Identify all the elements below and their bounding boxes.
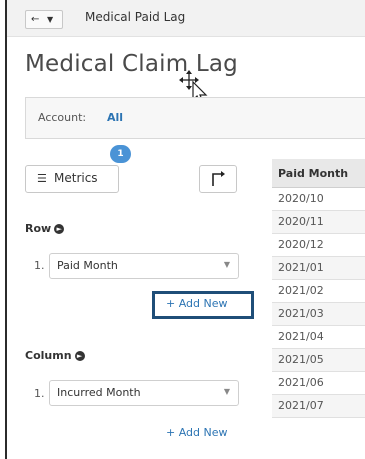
pivot-button[interactable]	[199, 165, 237, 193]
row-index: 1.	[34, 259, 45, 272]
table-cell: 2021/01	[278, 261, 324, 274]
chevron-down-icon: ▼	[223, 387, 230, 396]
table-row: 2021/01	[272, 257, 365, 280]
top-bar: ← ▼ Medical Paid Lag	[7, 0, 365, 37]
table-cell: 2020/12	[278, 238, 324, 251]
table-row: 2021/07	[272, 395, 365, 418]
table-cell: 2021/02	[278, 284, 324, 297]
metrics-button[interactable]: ☰ Metrics	[25, 165, 119, 193]
table-cell: 2021/03	[278, 307, 324, 320]
table-row: 2021/04	[272, 326, 365, 349]
column-label-text: Column	[25, 349, 72, 362]
table-row: 2021/02	[272, 280, 365, 303]
chevron-circle-icon[interactable]: ►	[74, 351, 85, 361]
table-row: 2020/12	[272, 234, 365, 257]
chevron-circle-icon[interactable]: ►	[54, 224, 65, 234]
column-index: 1.	[34, 387, 45, 400]
left-arrow-icon[interactable]: ←	[31, 11, 39, 28]
account-bar: Account: All	[25, 97, 365, 139]
breadcrumb[interactable]: Medical Paid Lag	[85, 10, 185, 24]
pivot-icon	[212, 171, 225, 186]
nav-button[interactable]: ← ▼	[25, 10, 63, 29]
row-add-new-link[interactable]: + Add New	[166, 297, 228, 310]
account-value[interactable]: All	[107, 111, 123, 124]
table-row: 2021/03	[272, 303, 365, 326]
table-cell: 2021/06	[278, 376, 324, 389]
list-icon: ☰	[37, 172, 47, 185]
table-row: 2021/05	[272, 349, 365, 372]
table-cell: 2021/04	[278, 330, 324, 343]
metrics-label: Metrics	[54, 171, 98, 185]
row-section-label: Row ►	[25, 222, 65, 235]
table-row: 2021/06	[272, 372, 365, 395]
caret-down-icon[interactable]: ▼	[47, 11, 53, 28]
app-frame: ← ▼ Medical Paid Lag Medical Claim Lag A…	[5, 0, 365, 459]
chevron-down-icon: ▼	[223, 260, 230, 269]
table-header-label: Paid Month	[278, 167, 349, 180]
row-dropdown-value: Paid Month	[57, 259, 118, 272]
column-add-new-link[interactable]: + Add New	[166, 426, 228, 439]
column-dropdown-value: Incurred Month	[57, 386, 141, 399]
table-header[interactable]: Paid Month	[272, 159, 365, 188]
table-cell: 2020/11	[278, 215, 324, 228]
table-row: 2020/11	[272, 211, 365, 234]
row-label-text: Row	[25, 222, 52, 235]
table-cell: 2021/07	[278, 399, 324, 412]
table-cell: 2021/05	[278, 353, 324, 366]
table-row: 2020/10	[272, 188, 365, 211]
row-dropdown[interactable]: Paid Month ▼	[49, 253, 239, 279]
column-dropdown[interactable]: Incurred Month ▼	[49, 380, 239, 406]
table-cell: 2020/10	[278, 192, 324, 205]
metrics-count-badge: 1	[110, 145, 131, 163]
account-label: Account:	[38, 111, 87, 124]
column-section-label: Column ►	[25, 349, 85, 362]
